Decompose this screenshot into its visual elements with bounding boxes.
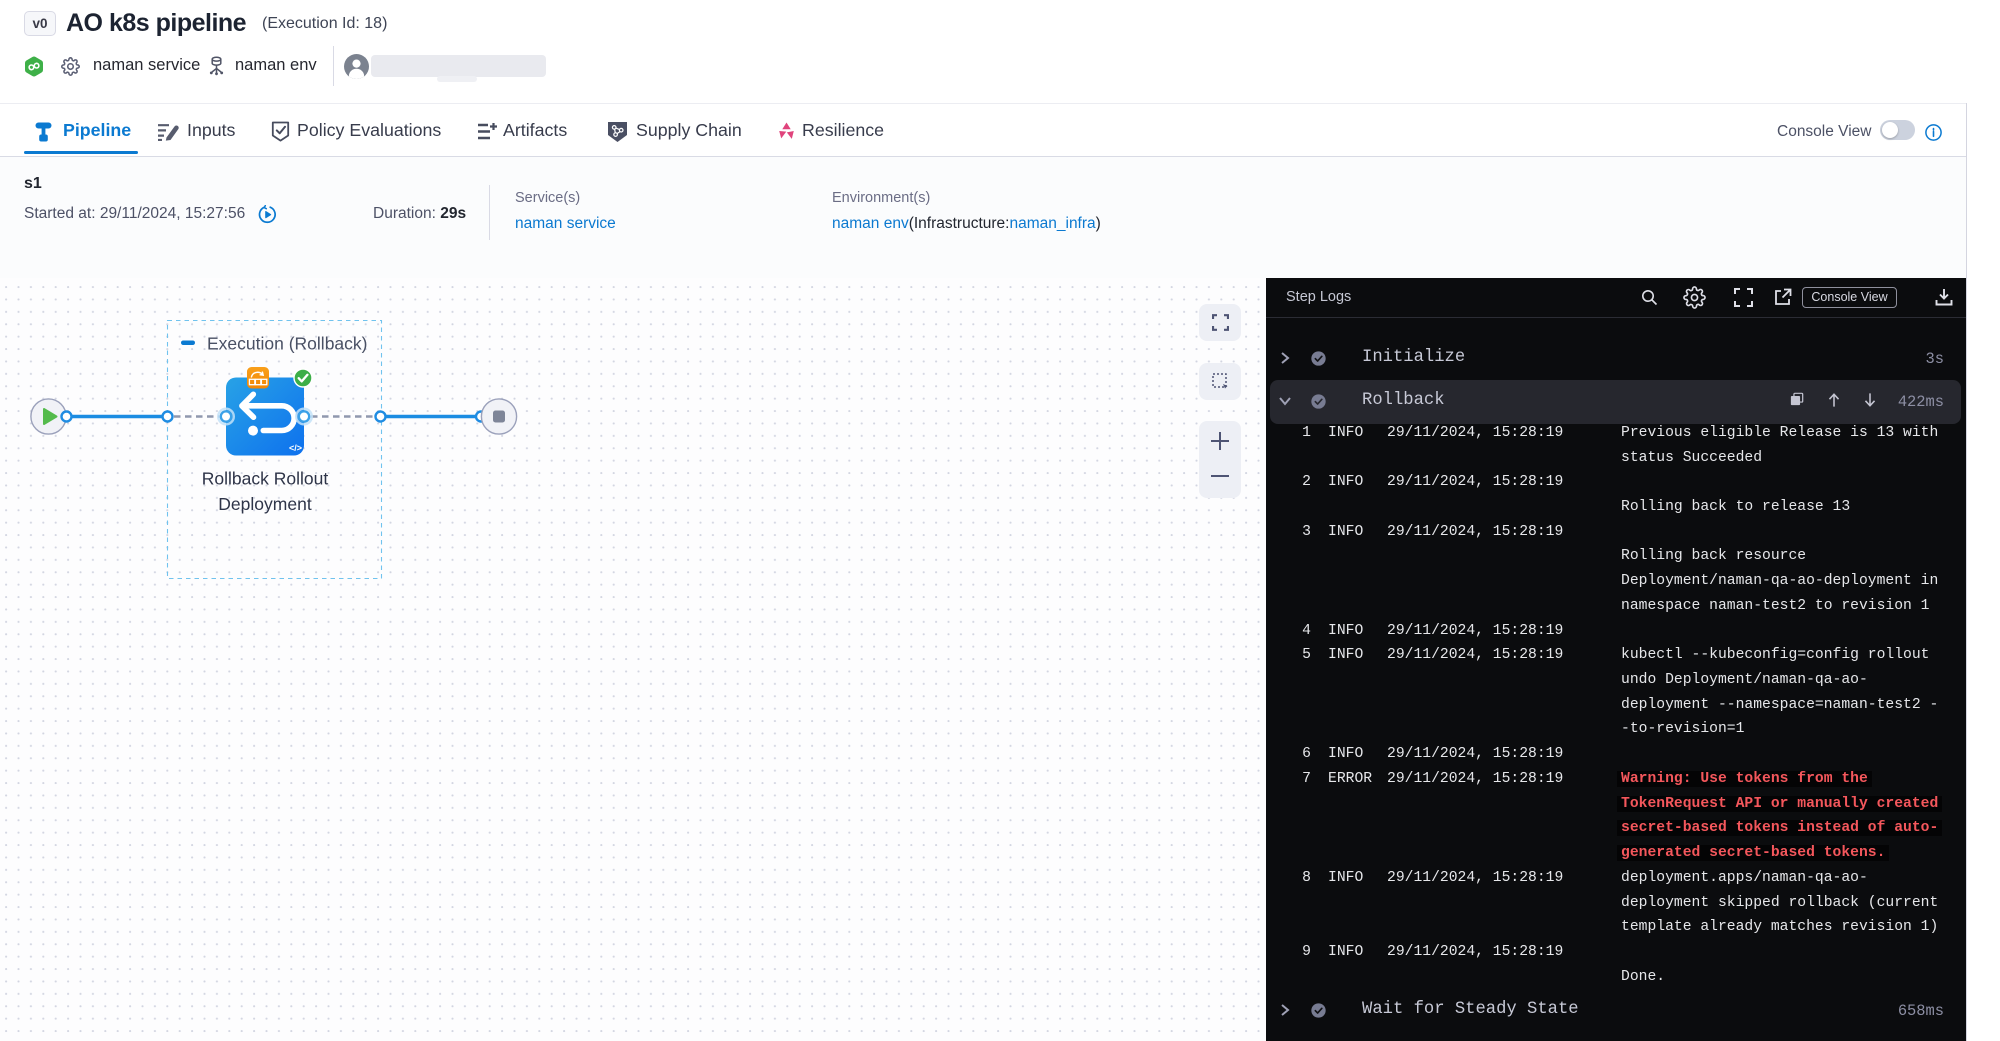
svg-text:Rollback Rollout: Rollback Rollout: [202, 469, 329, 489]
svg-text:Execution (Rollback): Execution (Rollback): [207, 334, 367, 354]
svg-text:Deployment: Deployment: [218, 494, 312, 514]
svg-text:</>: </>: [289, 443, 302, 453]
